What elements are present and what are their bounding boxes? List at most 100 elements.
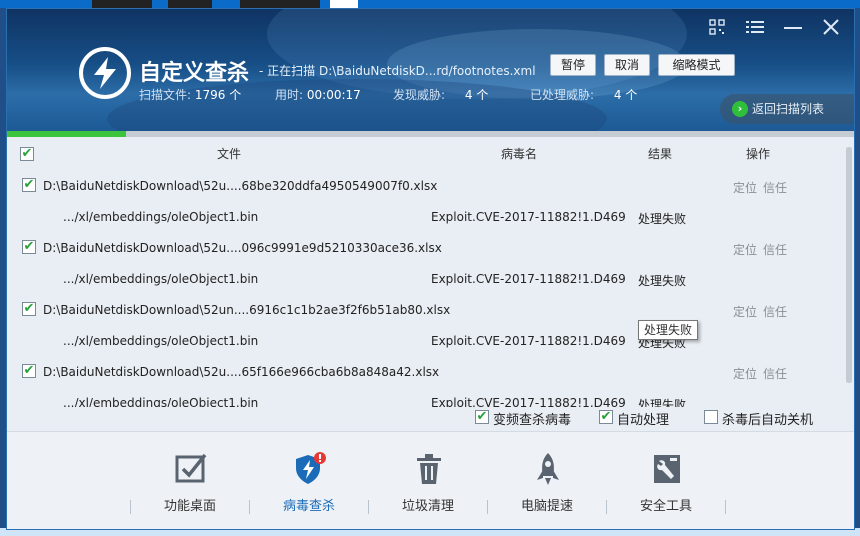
threat-checkbox[interactable] <box>22 178 36 192</box>
freq-scan-checkbox[interactable] <box>475 410 489 424</box>
auto-shutdown-label[interactable]: 杀毒后自动关机 <box>722 409 813 428</box>
header: 自定义查杀 - 正在扫描 D:\BaiduNetdiskD...rd/footn… <box>7 9 854 131</box>
threat-file-row[interactable]: D:\BaiduNetdiskDownload\52u....096c9991e… <box>7 233 843 264</box>
result-status: 处理失败 <box>638 398 687 407</box>
virus-name: Exploit.CVE-2017-11882!1.D469 <box>431 210 626 224</box>
virus-name: Exploit.CVE-2017-11882!1.D469 <box>431 396 626 407</box>
threat-embedded-path: .../xl/embeddings/oleObject1.bin <box>63 272 259 286</box>
nav-cleanup-label: 垃圾清理 <box>401 499 454 514</box>
column-header-action: 操作 <box>746 147 771 161</box>
threat-list: D:\BaiduNetdiskDownload\52u....68be320dd… <box>7 171 843 407</box>
threat-detail-row: .../xl/embeddings/oleObject1.bin Exploit… <box>7 264 843 295</box>
antivirus-window: 自定义查杀 - 正在扫描 D:\BaiduNetdiskD...rd/footn… <box>6 8 855 530</box>
nav-speedup-label: 电脑提速 <box>520 499 573 514</box>
threat-actions: 定位 信任 <box>733 179 787 196</box>
auto-shutdown-checkbox[interactable] <box>704 410 718 424</box>
column-header-virus: 病毒名 <box>501 147 538 161</box>
threat-file-row[interactable]: D:\BaiduNetdiskDownload\52u....65f166e96… <box>7 357 843 388</box>
nav-separator <box>487 500 488 514</box>
nav-separator <box>368 500 369 514</box>
nav-virus-scan[interactable]: 病毒查杀 <box>254 432 364 529</box>
qrcode-icon[interactable] <box>708 19 726 37</box>
auto-handle-checkbox[interactable] <box>599 410 613 424</box>
return-scan-list-button[interactable]: › 返回扫描列表 <box>720 94 854 124</box>
trust-link[interactable]: 信任 <box>763 243 787 257</box>
locate-link[interactable]: 定位 <box>733 305 757 319</box>
stat-threats-value: 4 个 <box>464 88 489 102</box>
arrow-right-icon: › <box>732 101 748 117</box>
minimize-icon[interactable] <box>784 19 802 37</box>
stat-handled: 已处理威胁: 4 个 <box>530 86 637 103</box>
threat-detail-row: .../xl/embeddings/oleObject1.bin Exploit… <box>7 202 843 233</box>
scan-status: - 正在扫描 D:\BaiduNetdiskD...rd/footnotes.x… <box>259 64 536 78</box>
return-scan-list-label: 返回扫描列表 <box>752 102 825 116</box>
virus-name: Exploit.CVE-2017-11882!1.D469 <box>431 334 626 348</box>
page-title: 自定义查杀 <box>139 61 250 86</box>
threat-file-row[interactable]: D:\BaiduNetdiskDownload\52un....6916c1c1… <box>7 295 843 326</box>
nav-separator <box>606 500 607 514</box>
list-scrollbar[interactable] <box>846 147 852 383</box>
threat-actions: 定位 信任 <box>733 303 787 320</box>
threat-checkbox[interactable] <box>22 302 36 316</box>
threat-file-path: D:\BaiduNetdiskDownload\52un....6916c1c1… <box>43 303 451 317</box>
threat-embedded-path: .../xl/embeddings/oleObject1.bin <box>63 396 259 407</box>
virus-name: Exploit.CVE-2017-11882!1.D469 <box>431 272 626 286</box>
trust-link[interactable]: 信任 <box>763 181 787 195</box>
stat-time: 用时: 00:00:17 <box>275 86 361 103</box>
threat-embedded-path: .../xl/embeddings/oleObject1.bin <box>63 210 259 224</box>
cancel-button[interactable]: 取消 <box>604 54 650 76</box>
threat-checkbox[interactable] <box>22 364 36 378</box>
taskbar-thumbnail <box>92 0 152 8</box>
list-scrollbar-thumb[interactable] <box>846 147 852 383</box>
threat-file-path: D:\BaiduNetdiskDownload\52u....68be320dd… <box>43 179 438 193</box>
scan-progress-fill <box>7 131 126 137</box>
locate-link[interactable]: 定位 <box>733 181 757 195</box>
stat-handled-label: 已处理威胁: <box>530 88 595 102</box>
nav-separator <box>130 500 131 514</box>
threat-checkbox[interactable] <box>22 240 36 254</box>
logo-lightning-icon <box>79 47 131 99</box>
threat-file-row[interactable]: D:\BaiduNetdiskDownload\52u....68be320dd… <box>7 171 843 202</box>
column-header-file: 文件 <box>217 147 242 161</box>
result-tooltip: 处理失败 <box>638 320 699 340</box>
mini-mode-button[interactable]: 缩略模式 <box>658 54 735 76</box>
trash-icon <box>417 454 441 484</box>
stat-scanned-label: 扫描文件: <box>139 88 192 102</box>
scan-progress-bar <box>7 131 854 137</box>
shield-lightning-icon <box>296 452 326 484</box>
taskbar-thumbnail <box>240 0 320 8</box>
nav-cleanup[interactable]: 垃圾清理 <box>373 432 483 529</box>
threat-detail-row: .../xl/embeddings/oleObject1.bin Exploit… <box>7 326 843 357</box>
nav-desktop-label: 功能桌面 <box>163 499 216 514</box>
stat-time-value: 00:00:17 <box>306 88 361 102</box>
nav-separator <box>725 500 726 514</box>
checkbox-board-icon <box>175 453 207 483</box>
trust-link[interactable]: 信任 <box>763 367 787 381</box>
threat-actions: 定位 信任 <box>733 241 787 258</box>
nav-speedup[interactable]: 电脑提速 <box>492 432 602 529</box>
nav-tools-label: 安全工具 <box>639 499 692 514</box>
locate-link[interactable]: 定位 <box>733 367 757 381</box>
stat-scanned: 扫描文件: 1796 个 <box>139 86 241 103</box>
stat-threats: 发现威胁: 4 个 <box>393 86 488 103</box>
threat-file-path: D:\BaiduNetdiskDownload\52u....65f166e96… <box>43 365 440 379</box>
nav-separator <box>249 500 250 514</box>
taskbar-thumbnail <box>168 0 212 8</box>
result-status: 处理失败 <box>638 274 687 288</box>
menu-icon[interactable] <box>746 19 764 37</box>
bottom-nav: 功能桌面 病毒查杀 垃圾清理 电脑提速 安全工具 <box>7 431 854 529</box>
trust-link[interactable]: 信任 <box>763 305 787 319</box>
column-header-result: 结果 <box>648 147 673 161</box>
nav-tools[interactable]: 安全工具 <box>611 432 721 529</box>
pause-button[interactable]: 暂停 <box>550 54 596 76</box>
taskbar-thumbnail <box>330 0 358 8</box>
locate-link[interactable]: 定位 <box>733 243 757 257</box>
freq-scan-label[interactable]: 变频查杀病毒 <box>493 409 571 428</box>
select-all-checkbox[interactable] <box>20 147 34 161</box>
stat-threats-label: 发现威胁: <box>393 88 446 102</box>
result-status: 处理失败 <box>638 212 687 226</box>
nav-desktop[interactable]: 功能桌面 <box>135 432 245 529</box>
threat-actions: 定位 信任 <box>733 365 787 382</box>
auto-handle-label[interactable]: 自动处理 <box>617 409 669 428</box>
close-icon[interactable] <box>822 19 840 37</box>
